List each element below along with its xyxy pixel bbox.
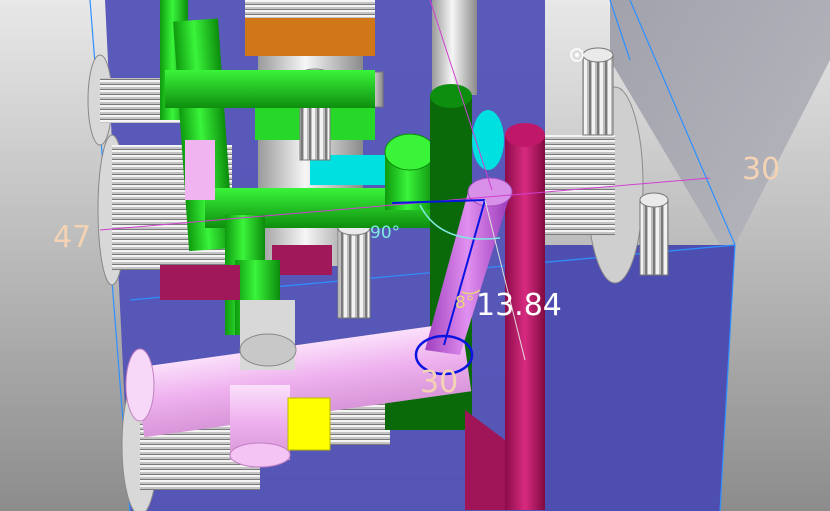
block-side-face [545,245,735,511]
cyan-cap [472,110,504,170]
dimension-width-label[interactable]: 30 [742,155,780,185]
manifold-block-model[interactable] [0,0,830,511]
dimension-distance-label[interactable]: 13.84 [476,291,562,321]
fitting-right-bottom [639,199,669,276]
dimension-depth-label[interactable]: 30 [420,368,458,398]
cad-3d-viewport[interactable]: 30 47 30 13.84 90° 8° [0,0,830,511]
dimension-height-label[interactable]: 47 [53,223,91,253]
yellow-fitting [287,397,331,451]
fitting-right-top [582,54,614,136]
angle-tilt-label[interactable]: 8° [455,295,474,312]
angle-right-label[interactable]: 90° [370,225,400,242]
fitting-center-bottom [337,227,371,319]
gray-tube [432,0,477,95]
